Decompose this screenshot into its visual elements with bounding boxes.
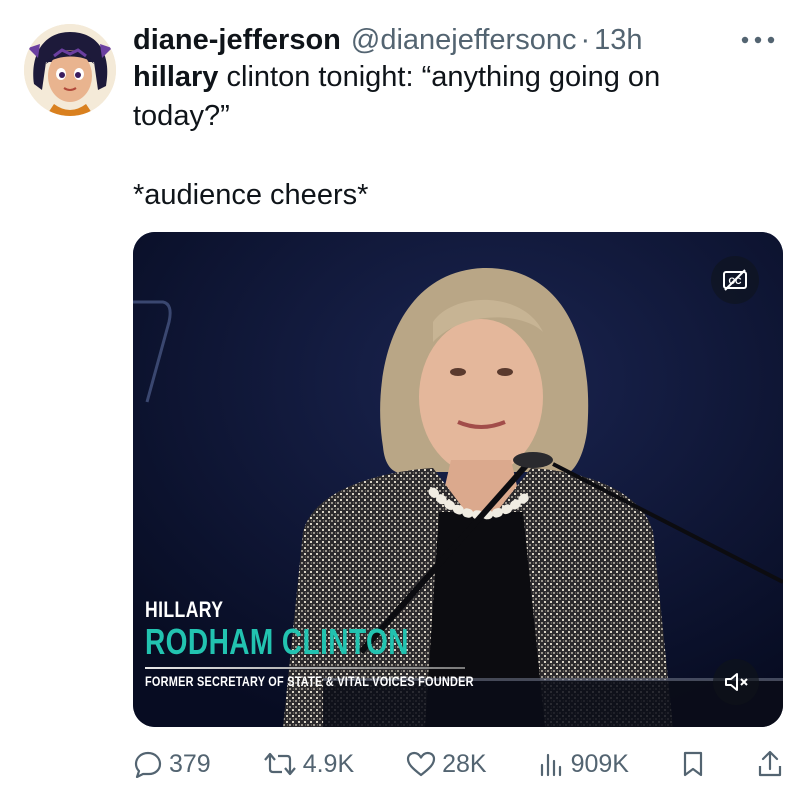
repost-button[interactable]: 4.9K	[263, 750, 354, 779]
share-button[interactable]	[757, 750, 783, 778]
tweet-text-bold: hillary	[133, 61, 219, 93]
avatar[interactable]	[24, 24, 116, 116]
repost-count: 4.9K	[302, 749, 355, 778]
bookmark-icon	[683, 751, 703, 777]
tweet-text: hillary clinton tonight: “anything going…	[133, 58, 773, 215]
tweet-text-line-3: *audience cheers*	[133, 179, 369, 211]
tweet-header: diane-jefferson @dianejeffersonc · 13h	[133, 20, 790, 60]
lower-third-caption: HILLARY RODHAM CLINTON FORMER SECRETARY …	[145, 597, 566, 689]
share-icon	[758, 750, 782, 777]
lower-third-last-name: RODHAM CLINTON	[145, 621, 409, 662]
views-button[interactable]: 909K	[539, 750, 629, 779]
tweet-text-rest: clinton tonight: “anything going on	[218, 61, 661, 93]
lower-third-first-name: HILLARY	[145, 597, 224, 622]
text-spacer	[133, 136, 773, 176]
tweet-text-line-2: today?”	[133, 100, 230, 132]
like-count: 28K	[442, 749, 487, 778]
bookmark-button[interactable]	[681, 750, 705, 778]
reply-icon	[134, 751, 162, 778]
video-player[interactable]: CC HILLARY RODHAM CLINTON FORMER SECRETA…	[133, 232, 783, 727]
views-chart-icon	[540, 753, 561, 777]
volume-muted-icon	[725, 673, 748, 691]
closed-captions-off-icon: CC	[723, 269, 747, 291]
repost-icon	[263, 752, 296, 776]
lower-third-divider	[145, 667, 465, 669]
unmute-button[interactable]	[713, 659, 759, 705]
reply-button[interactable]: 379	[133, 750, 211, 779]
views-count: 909K	[570, 749, 629, 778]
tweet-actions: 379 4.9K 28K 909K	[133, 742, 783, 786]
captions-button[interactable]: CC	[711, 256, 759, 304]
avatar-image	[24, 24, 116, 116]
tweet-time[interactable]: 13h	[594, 24, 642, 57]
display-name[interactable]: diane-jefferson	[133, 24, 341, 57]
more-options-button[interactable]	[740, 20, 776, 60]
user-handle[interactable]: @dianejeffersonc	[351, 24, 577, 57]
heart-icon	[407, 751, 436, 777]
lower-third-subtitle: FORMER SECRETARY OF STATE & VITAL VOICES…	[145, 673, 474, 689]
tweet-text-line-1: hillary clinton tonight: “anything going…	[133, 58, 773, 97]
more-horizontal-icon	[741, 36, 775, 44]
separator-dot: ·	[580, 23, 591, 56]
like-button[interactable]: 28K	[406, 749, 487, 779]
reply-count: 379	[169, 749, 211, 778]
